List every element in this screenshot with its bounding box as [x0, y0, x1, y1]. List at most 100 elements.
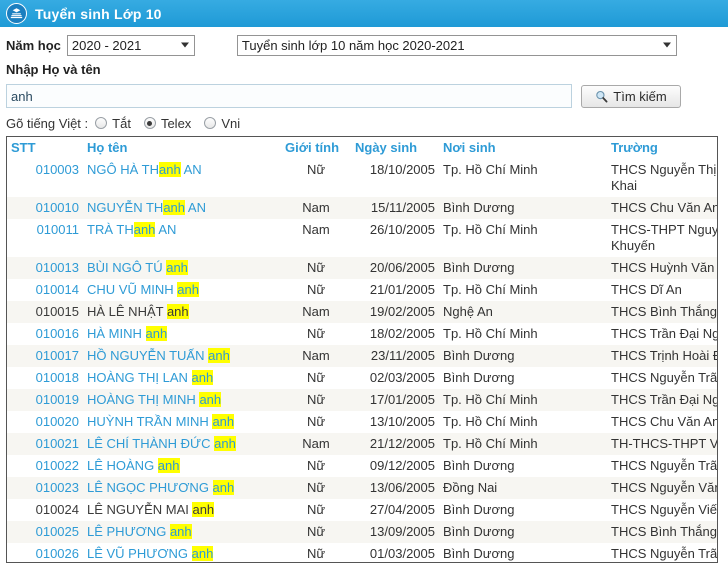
table-row[interactable]: 010025LÊ PHƯƠNG anhNữ13/09/2005Bình Dươn… — [7, 521, 718, 543]
student-id-link[interactable]: 010024 — [36, 502, 79, 517]
student-id-link[interactable]: 010022 — [36, 458, 79, 473]
cell-stt[interactable]: 010019 — [7, 389, 83, 411]
cell-name[interactable]: BÙI NGÔ TÚ anh — [83, 257, 281, 279]
input-mode-option-vni[interactable]: Vni — [204, 116, 240, 131]
cell-stt[interactable]: 010014 — [7, 279, 83, 301]
student-id-link[interactable]: 010014 — [36, 282, 79, 297]
cell-stt[interactable]: 010020 — [7, 411, 83, 433]
search-button[interactable]: Tìm kiếm — [581, 85, 681, 108]
student-name-link[interactable]: LÊ PHƯƠNG anh — [87, 524, 192, 539]
student-id-link[interactable]: 010020 — [36, 414, 79, 429]
student-id-link[interactable]: 010017 — [36, 348, 79, 363]
student-name-link[interactable]: LÊ VŨ PHƯƠNG anh — [87, 546, 213, 561]
student-id-link[interactable]: 010019 — [36, 392, 79, 407]
student-name-link[interactable]: LÊ NGỌC PHƯƠNG anh — [87, 480, 234, 495]
table-row[interactable]: 010019HOÀNG THỊ MINH anhNữ17/01/2005Tp. … — [7, 389, 718, 411]
radio-off[interactable] — [95, 117, 107, 129]
cell-stt[interactable]: 010015 — [7, 301, 83, 323]
table-row[interactable]: 010014CHU VŨ MINH anhNữ21/01/2005Tp. Hồ … — [7, 279, 718, 301]
student-name-link[interactable]: LÊ HOÀNG anh — [87, 458, 180, 473]
cell-name[interactable]: HÀ LÊ NHẬT anh — [83, 301, 281, 323]
table-row[interactable]: 010024LÊ NGUYỄN MAI anhNữ27/04/2005Bình … — [7, 499, 718, 521]
student-name-link[interactable]: HÀ MINH anh — [87, 326, 167, 341]
student-name-link[interactable]: CHU VŨ MINH anh — [87, 282, 199, 297]
student-name-link[interactable]: TRÀ THanh AN — [87, 222, 176, 237]
student-id-link[interactable]: 010010 — [36, 200, 79, 215]
cell-name[interactable]: LÊ PHƯƠNG anh — [83, 521, 281, 543]
cell-name[interactable]: CHU VŨ MINH anh — [83, 279, 281, 301]
cell-stt[interactable]: 010013 — [7, 257, 83, 279]
table-row[interactable]: 010016HÀ MINH anhNữ18/02/2005Tp. Hồ Chí … — [7, 323, 718, 345]
column-header-birthplace[interactable]: Nơi sinh — [439, 137, 607, 159]
student-name-link[interactable]: NGÔ HÀ THanh AN — [87, 162, 202, 177]
column-header-dob[interactable]: Ngày sinh — [351, 137, 439, 159]
search-input[interactable] — [6, 84, 572, 108]
student-name-link[interactable]: HOÀNG THỊ LAN anh — [87, 370, 213, 385]
student-name-link[interactable]: HÀ LÊ NHẬT anh — [87, 304, 189, 319]
cell-stt[interactable]: 010026 — [7, 543, 83, 563]
radio-vni[interactable] — [204, 117, 216, 129]
table-row[interactable]: 010003NGÔ HÀ THanh ANNữ18/10/2005Tp. Hồ … — [7, 159, 718, 197]
table-row[interactable]: 010021LÊ CHÍ THÀNH ĐỨC anhNam21/12/2005T… — [7, 433, 718, 455]
cell-stt[interactable]: 010011 — [7, 219, 83, 257]
cell-stt[interactable]: 010022 — [7, 455, 83, 477]
student-id-link[interactable]: 010013 — [36, 260, 79, 275]
cell-name[interactable]: HOÀNG THỊ MINH anh — [83, 389, 281, 411]
student-name-link[interactable]: HỒ NGUYỄN TUẤN anh — [87, 348, 230, 363]
student-id-link[interactable]: 010011 — [37, 222, 79, 237]
cell-name[interactable]: NGUYỄN THanh AN — [83, 197, 281, 219]
cell-name[interactable]: LÊ NGUYỄN MAI anh — [83, 499, 281, 521]
student-name-link[interactable]: HUỲNH TRẦN MINH anh — [87, 414, 234, 429]
cell-name[interactable]: LÊ CHÍ THÀNH ĐỨC anh — [83, 433, 281, 455]
table-row[interactable]: 010011TRÀ THanh ANNam26/10/2005Tp. Hồ Ch… — [7, 219, 718, 257]
cell-name[interactable]: HÀ MINH anh — [83, 323, 281, 345]
cell-stt[interactable]: 010024 — [7, 499, 83, 521]
cell-stt[interactable]: 010021 — [7, 433, 83, 455]
student-name-link[interactable]: NGUYỄN THanh AN — [87, 200, 206, 215]
student-name-link[interactable]: HOÀNG THỊ MINH anh — [87, 392, 221, 407]
table-row[interactable]: 010010NGUYỄN THanh ANNam15/11/2005Bình D… — [7, 197, 718, 219]
table-row[interactable]: 010013BÙI NGÔ TÚ anhNữ20/06/2005Bình Dươ… — [7, 257, 718, 279]
student-name-link[interactable]: LÊ CHÍ THÀNH ĐỨC anh — [87, 436, 236, 451]
cell-name[interactable]: HỒ NGUYỄN TUẤN anh — [83, 345, 281, 367]
school-year-select[interactable]: 2020 - 2021 — [67, 35, 195, 56]
cell-stt[interactable]: 010017 — [7, 345, 83, 367]
cell-name[interactable]: NGÔ HÀ THanh AN — [83, 159, 281, 197]
column-header-school[interactable]: Trường — [607, 137, 718, 159]
student-name-link[interactable]: BÙI NGÔ TÚ anh — [87, 260, 188, 275]
student-id-link[interactable]: 010025 — [36, 524, 79, 539]
radio-telex[interactable] — [144, 117, 156, 129]
student-id-link[interactable]: 010026 — [36, 546, 79, 561]
student-id-link[interactable]: 010016 — [36, 326, 79, 341]
table-row[interactable]: 010015HÀ LÊ NHẬT anhNam19/02/2005Nghệ An… — [7, 301, 718, 323]
cell-stt[interactable]: 010010 — [7, 197, 83, 219]
cell-stt[interactable]: 010016 — [7, 323, 83, 345]
cell-stt[interactable]: 010025 — [7, 521, 83, 543]
cell-stt[interactable]: 010023 — [7, 477, 83, 499]
cell-name[interactable]: TRÀ THanh AN — [83, 219, 281, 257]
cell-stt[interactable]: 010003 — [7, 159, 83, 197]
cell-name[interactable]: LÊ HOÀNG anh — [83, 455, 281, 477]
cell-name[interactable]: HOÀNG THỊ LAN anh — [83, 367, 281, 389]
cell-stt[interactable]: 010018 — [7, 367, 83, 389]
column-header-name[interactable]: Họ tên — [83, 137, 281, 159]
input-mode-option-off[interactable]: Tắt — [95, 116, 131, 131]
table-row[interactable]: 010017HỒ NGUYỄN TUẤN anhNam23/11/2005Bìn… — [7, 345, 718, 367]
student-id-link[interactable]: 010021 — [36, 436, 79, 451]
cell-name[interactable]: HUỲNH TRẦN MINH anh — [83, 411, 281, 433]
student-id-link[interactable]: 010015 — [36, 304, 79, 319]
student-id-link[interactable]: 010023 — [36, 480, 79, 495]
exam-select[interactable]: Tuyển sinh lớp 10 năm học 2020-2021 — [237, 35, 677, 56]
table-row[interactable]: 010020HUỲNH TRẦN MINH anhNữ13/10/2005Tp.… — [7, 411, 718, 433]
student-name-link[interactable]: LÊ NGUYỄN MAI anh — [87, 502, 214, 517]
cell-name[interactable]: LÊ NGỌC PHƯƠNG anh — [83, 477, 281, 499]
table-row[interactable]: 010026LÊ VŨ PHƯƠNG anhNữ01/03/2005Bình D… — [7, 543, 718, 563]
column-header-stt[interactable]: STT — [7, 137, 83, 159]
input-mode-option-telex[interactable]: Telex — [144, 116, 191, 131]
student-id-link[interactable]: 010018 — [36, 370, 79, 385]
column-header-sex[interactable]: Giới tính — [281, 137, 351, 159]
student-id-link[interactable]: 010003 — [36, 162, 79, 177]
cell-name[interactable]: LÊ VŨ PHƯƠNG anh — [83, 543, 281, 563]
table-row[interactable]: 010022LÊ HOÀNG anhNữ09/12/2005Bình Dương… — [7, 455, 718, 477]
table-row[interactable]: 010018HOÀNG THỊ LAN anhNữ02/03/2005Bình … — [7, 367, 718, 389]
